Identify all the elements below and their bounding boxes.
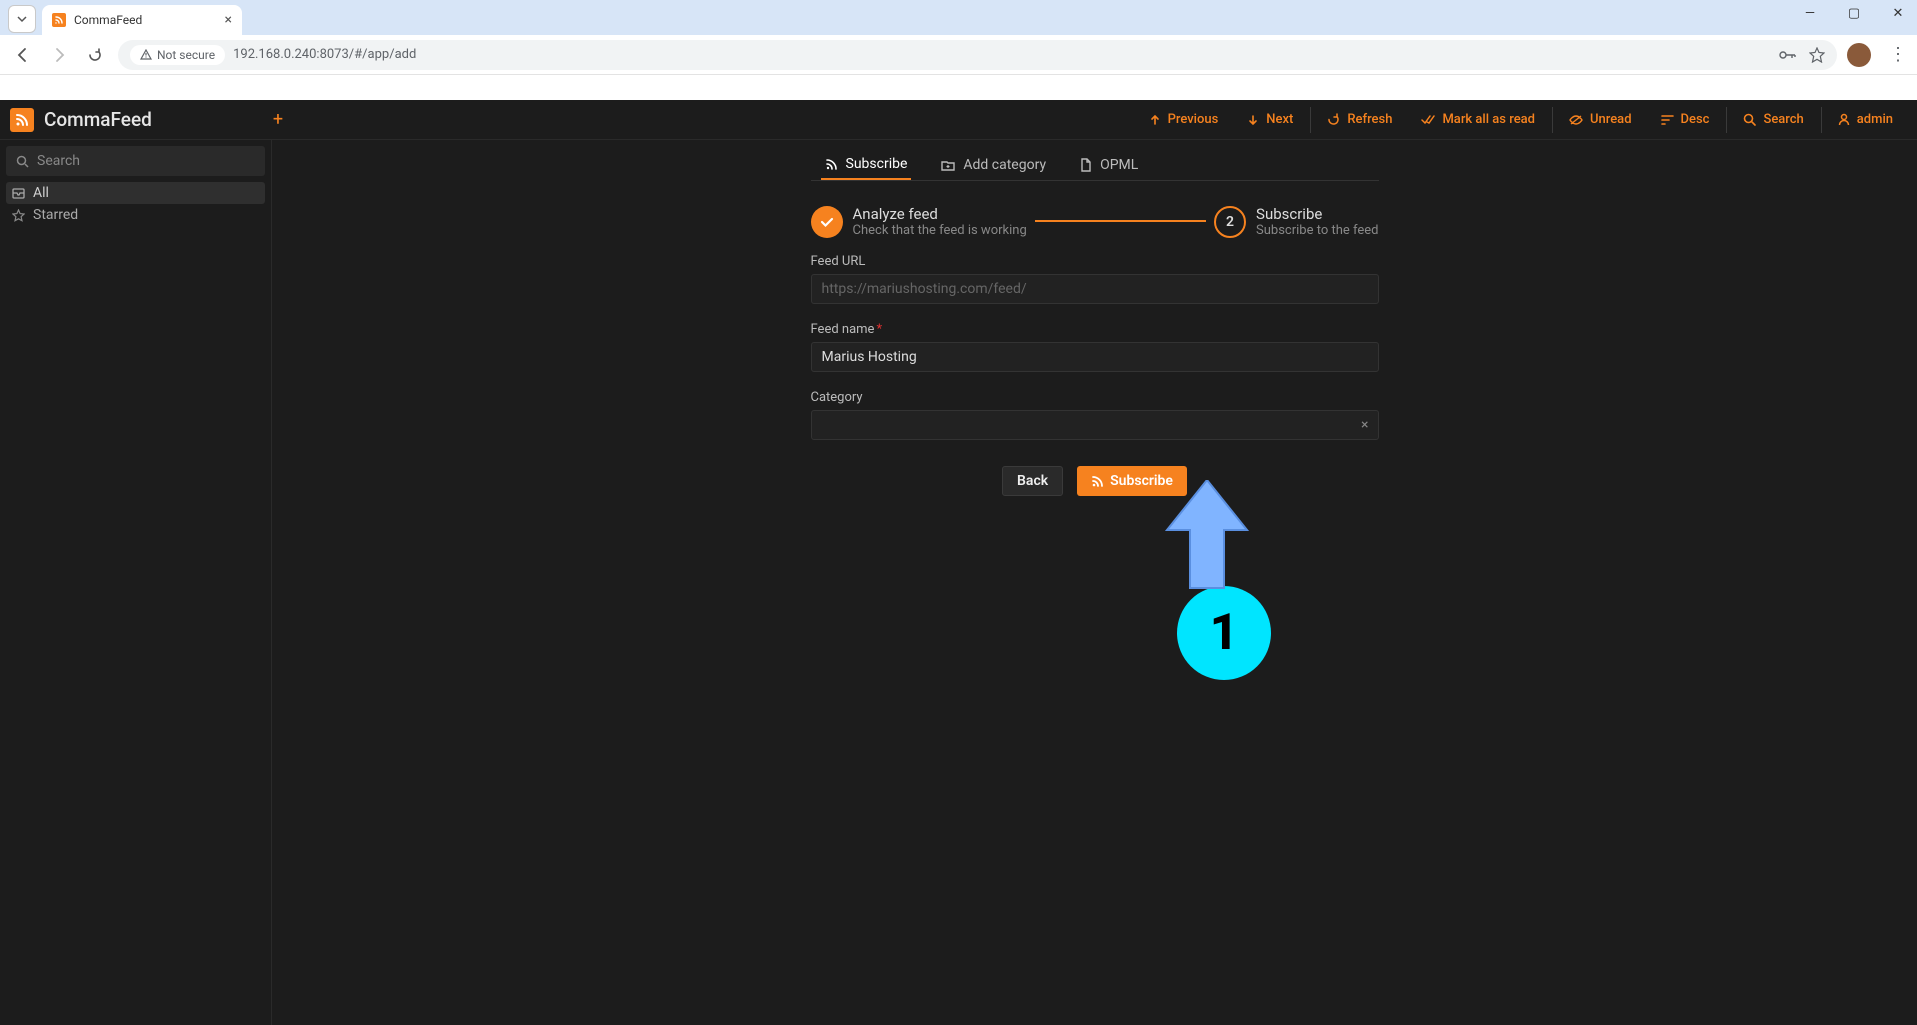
action-refresh[interactable]: Refresh bbox=[1310, 107, 1406, 133]
subscribe-button[interactable]: Subscribe bbox=[1077, 466, 1187, 496]
browser-tab[interactable]: CommaFeed × bbox=[42, 5, 242, 35]
step-desc: Subscribe to the feed bbox=[1256, 223, 1378, 238]
warning-icon bbox=[140, 49, 152, 61]
brand-name: CommaFeed bbox=[44, 108, 152, 131]
input-feed-url bbox=[811, 274, 1379, 304]
folder-plus-icon bbox=[941, 159, 955, 171]
step-title: Analyze feed bbox=[853, 205, 1027, 223]
label-feed-url: Feed URL bbox=[811, 254, 1379, 269]
step-subscribe: 2 Subscribe Subscribe to the feed bbox=[1214, 205, 1378, 238]
back-button[interactable]: Back bbox=[1002, 466, 1063, 496]
window-maximize[interactable]: ▢ bbox=[1841, 6, 1867, 21]
main-content: Subscribe Add category OPML bbox=[272, 140, 1917, 1025]
step-connector bbox=[1035, 220, 1206, 222]
window-minimize[interactable]: — bbox=[1797, 6, 1823, 21]
action-previous[interactable]: Previous bbox=[1134, 107, 1233, 133]
action-next[interactable]: Next bbox=[1232, 107, 1307, 133]
sidebar-item-label: Starred bbox=[33, 207, 78, 223]
double-check-icon bbox=[1421, 114, 1435, 126]
search-placeholder: Search bbox=[37, 153, 80, 169]
url-text: 192.168.0.240:8073/#/app/add bbox=[233, 47, 416, 62]
security-chip[interactable]: Not secure bbox=[130, 45, 225, 65]
tab-favicon bbox=[52, 13, 66, 27]
address-bar[interactable]: Not secure 192.168.0.240:8073/#/app/add bbox=[118, 40, 1837, 70]
add-button[interactable]: + bbox=[266, 109, 290, 130]
tab-title: CommaFeed bbox=[74, 13, 142, 27]
field-feed-name: Feed name* bbox=[811, 322, 1379, 372]
sidebar-item-label: All bbox=[33, 185, 49, 201]
label-category: Category bbox=[811, 390, 1379, 405]
browser-tab-strip: CommaFeed × — ▢ ✕ bbox=[0, 0, 1917, 35]
top-actions: Previous Next Refresh Mark all as read U… bbox=[1134, 107, 1907, 133]
sidebar-item-starred[interactable]: Starred bbox=[6, 204, 265, 226]
refresh-icon bbox=[1327, 113, 1340, 126]
sort-desc-icon bbox=[1661, 114, 1674, 126]
profile-avatar[interactable] bbox=[1847, 43, 1871, 67]
nav-reload-button[interactable] bbox=[82, 42, 108, 68]
browser-toolbar: Not secure 192.168.0.240:8073/#/app/add … bbox=[0, 35, 1917, 75]
tab-close-icon[interactable]: × bbox=[225, 12, 232, 28]
action-sort-desc[interactable]: Desc bbox=[1646, 107, 1724, 133]
app-topbar: CommaFeed + Previous Next Refresh Mark a… bbox=[0, 100, 1917, 140]
action-search[interactable]: Search bbox=[1726, 107, 1817, 133]
step-title: Subscribe bbox=[1256, 205, 1378, 223]
field-category: Category × bbox=[811, 390, 1379, 440]
star-icon bbox=[12, 209, 25, 222]
security-label: Not secure bbox=[157, 48, 215, 62]
person-icon bbox=[1838, 113, 1850, 126]
eye-off-icon bbox=[1569, 114, 1583, 126]
arrow-up-icon bbox=[1149, 114, 1161, 126]
arrow-down-icon bbox=[1247, 114, 1259, 126]
password-key-icon[interactable] bbox=[1779, 48, 1797, 62]
clear-category-icon[interactable]: × bbox=[1361, 417, 1368, 433]
bookmark-star-icon[interactable] bbox=[1809, 47, 1825, 63]
action-unread[interactable]: Unread bbox=[1552, 107, 1646, 133]
browser-menu-icon[interactable]: ⋮ bbox=[1889, 44, 1907, 65]
window-close[interactable]: ✕ bbox=[1885, 6, 1911, 21]
step-check-icon bbox=[811, 206, 843, 238]
sidebar: Search All Starred bbox=[0, 140, 272, 1025]
input-category[interactable] bbox=[811, 410, 1379, 440]
content-tabs: Subscribe Add category OPML bbox=[811, 150, 1379, 181]
step-number: 2 bbox=[1214, 206, 1246, 238]
rss-icon bbox=[1091, 475, 1104, 488]
tab-add-category[interactable]: Add category bbox=[937, 150, 1050, 180]
rss-icon bbox=[825, 158, 838, 171]
form-buttons: Back Subscribe bbox=[811, 466, 1379, 496]
tab-subscribe[interactable]: Subscribe bbox=[821, 150, 912, 180]
input-feed-name[interactable] bbox=[811, 342, 1379, 372]
nav-back-button[interactable] bbox=[10, 42, 36, 68]
sidebar-search[interactable]: Search bbox=[6, 146, 265, 176]
tab-opml[interactable]: OPML bbox=[1076, 150, 1142, 180]
search-icon bbox=[1743, 113, 1756, 126]
action-mark-all-read[interactable]: Mark all as read bbox=[1406, 107, 1549, 133]
stepper: Analyze feed Check that the feed is work… bbox=[811, 205, 1379, 238]
step-desc: Check that the feed is working bbox=[853, 223, 1027, 238]
search-icon bbox=[16, 155, 29, 168]
nav-forward-button[interactable] bbox=[46, 42, 72, 68]
field-feed-url: Feed URL bbox=[811, 254, 1379, 304]
window-controls: — ▢ ✕ bbox=[1797, 6, 1911, 21]
action-user-menu[interactable]: admin bbox=[1821, 107, 1907, 133]
brand-icon bbox=[10, 108, 34, 132]
tab-search-dropdown[interactable] bbox=[8, 5, 36, 33]
app-root: CommaFeed + Previous Next Refresh Mark a… bbox=[0, 100, 1917, 1025]
label-feed-name: Feed name* bbox=[811, 322, 1379, 337]
brand[interactable]: CommaFeed bbox=[10, 108, 266, 132]
step-analyze: Analyze feed Check that the feed is work… bbox=[811, 205, 1027, 238]
inbox-icon bbox=[12, 188, 25, 199]
sidebar-item-all[interactable]: All bbox=[6, 182, 265, 204]
file-icon bbox=[1080, 158, 1092, 172]
